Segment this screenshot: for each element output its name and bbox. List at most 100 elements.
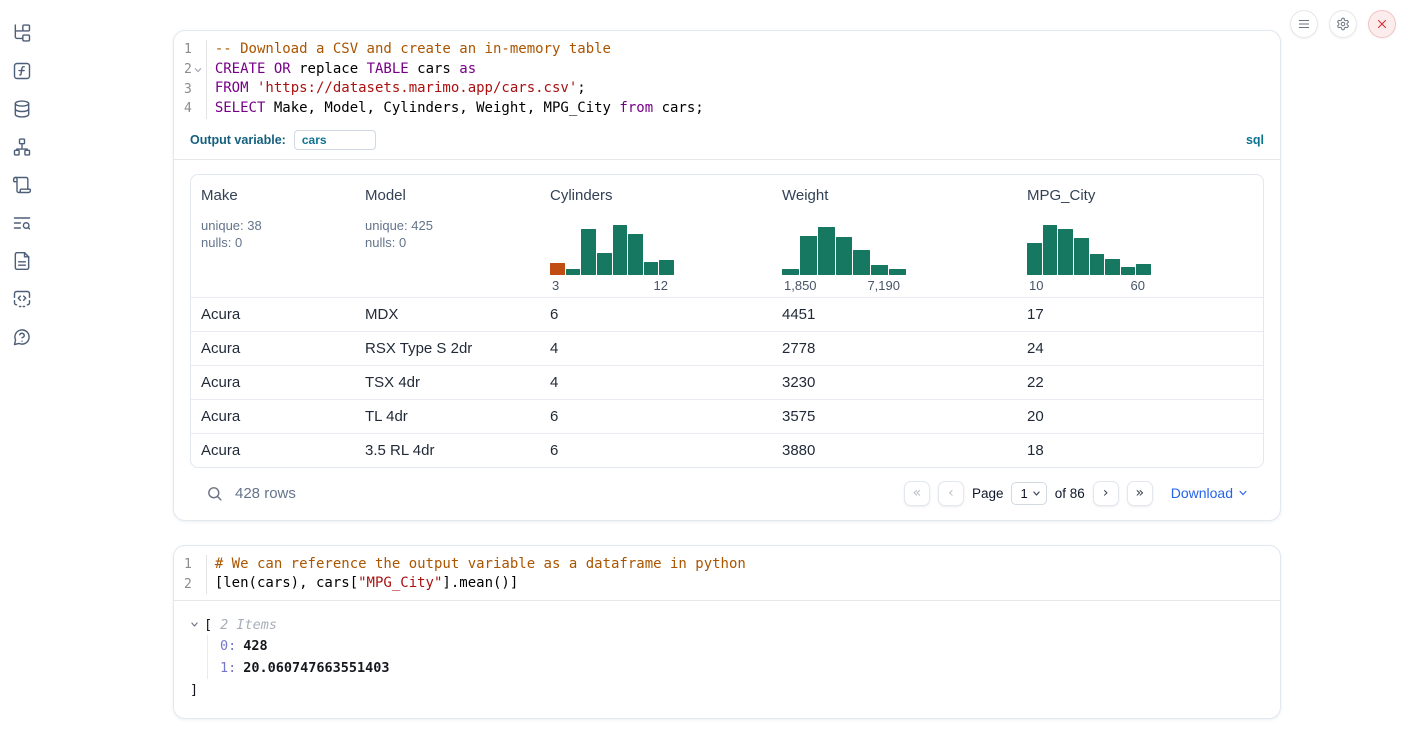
sql-code-editor[interactable]: 1234 -- Download a CSV and create an in-… — [174, 31, 1280, 125]
table-row[interactable]: Acura3.5 RL 4dr6388018 — [191, 433, 1263, 467]
notebook: 1234 -- Download a CSV and create an in-… — [173, 30, 1281, 719]
table-cell: TSX 4dr — [355, 366, 540, 399]
column-name: Model — [365, 187, 540, 204]
sql-output-area: Makeunique: 38nulls: 0 Model unique: 425nu… — [174, 160, 1280, 520]
sidebar-item-logs[interactable] — [11, 174, 33, 196]
first-page-button[interactable]: « — [904, 481, 930, 506]
table-row[interactable]: AcuraRSX Type S 2dr4277824 — [191, 331, 1263, 365]
code-line[interactable]: FROM 'https://datasets.marimo.app/cars.c… — [215, 79, 704, 99]
column-stats: unique: 425nulls: 0 — [365, 217, 540, 251]
histogram-bar[interactable] — [613, 225, 628, 274]
histogram-max-label: 7,190 — [867, 278, 900, 297]
table-footer: 428 rows « ‹ Page 1 of 86 › » Download — [190, 468, 1264, 520]
code-line[interactable]: [len(cars), cars["MPG_City"].mean()] — [215, 574, 746, 594]
output-variable-input[interactable] — [294, 130, 376, 150]
histogram-bar[interactable] — [550, 263, 565, 274]
table-row[interactable]: AcuraTL 4dr6357520 — [191, 399, 1263, 433]
sidebar-item-snippets[interactable] — [11, 288, 33, 310]
chevron-down-icon — [1032, 489, 1041, 498]
line-number: 3 — [184, 79, 205, 99]
item-value: 20.060747663551403 — [243, 660, 389, 676]
collapse-caret-icon[interactable] — [190, 620, 204, 629]
notebook-menu-button[interactable] — [1290, 10, 1318, 38]
fold-gutter-icon[interactable] — [192, 66, 205, 74]
page-number-select[interactable]: 1 — [1011, 482, 1046, 505]
histogram-bar[interactable] — [644, 262, 659, 275]
last-page-button[interactable]: » — [1127, 481, 1153, 506]
next-page-button[interactable]: › — [1093, 481, 1119, 506]
histogram-bar[interactable] — [1074, 238, 1089, 274]
column-header-cylinders[interactable]: Cylinders312 — [540, 175, 772, 297]
code-line[interactable]: # We can reference the output variable a… — [215, 555, 746, 575]
sidebar-item-data-sources[interactable] — [11, 98, 33, 120]
histogram-bar[interactable] — [1043, 225, 1058, 274]
table-cell: 22 — [1017, 366, 1263, 399]
download-button[interactable]: Download — [1171, 485, 1248, 501]
prev-page-button[interactable]: ‹ — [938, 481, 964, 506]
column-header-weight[interactable]: Weight 1,8507,190 — [772, 175, 1017, 297]
sidebar-item-variables[interactable] — [11, 60, 33, 82]
histogram-bar[interactable] — [836, 237, 853, 274]
histogram-bar[interactable] — [1058, 229, 1073, 275]
download-label: Download — [1171, 485, 1233, 501]
table-row[interactable]: AcuraTSX 4dr4323022 — [191, 365, 1263, 399]
histogram-bar[interactable] — [566, 269, 581, 275]
code-line[interactable]: -- Download a CSV and create an in-memor… — [215, 40, 704, 60]
table-header-row: Makeunique: 38nulls: 0 Model unique: 425nu… — [191, 175, 1263, 297]
histogram-bar[interactable] — [818, 227, 835, 275]
column-name: Weight — [782, 187, 1017, 204]
sidebar-item-dependency-graph[interactable] — [11, 136, 33, 158]
histogram-max-label: 60 — [1131, 278, 1145, 297]
histogram-bar[interactable] — [853, 250, 870, 275]
item-value: 428 — [243, 638, 267, 654]
column-header-model[interactable]: Model unique: 425nulls: 0 — [355, 175, 540, 297]
histogram-bar[interactable] — [782, 269, 799, 275]
histogram-bar[interactable] — [871, 265, 888, 274]
line-number: 4 — [184, 99, 205, 119]
histogram-bar[interactable] — [628, 234, 643, 275]
histogram-bar[interactable] — [1105, 259, 1120, 275]
histogram-bar[interactable] — [597, 253, 612, 275]
file-tree-icon — [12, 23, 32, 43]
row-count: 428 rows — [235, 485, 296, 502]
menu-icon — [1297, 17, 1311, 31]
histogram-bar[interactable] — [1136, 264, 1151, 274]
table-cell: 3880 — [772, 434, 1017, 467]
table-cell: 3.5 RL 4dr — [355, 434, 540, 467]
sidebar-item-help[interactable] — [11, 326, 33, 348]
column-histogram: 1,8507,190 — [782, 223, 906, 297]
table-cell: 6 — [540, 434, 772, 467]
sidebar-item-documentation[interactable] — [11, 250, 33, 272]
line-number: 2 — [184, 574, 205, 594]
table-cell: 4 — [540, 332, 772, 365]
python-code-editor[interactable]: 12 # We can reference the output variabl… — [174, 546, 1280, 600]
histogram-bar[interactable] — [889, 269, 906, 275]
line-number: 1 — [184, 40, 205, 60]
histogram-bar[interactable] — [581, 229, 596, 275]
search-icon[interactable] — [206, 485, 223, 502]
histogram-bar[interactable] — [659, 260, 674, 275]
python-cell-editor-area: 12 # We can reference the output variabl… — [174, 546, 1280, 601]
histogram-bar[interactable] — [1027, 243, 1042, 275]
table-cell: 4 — [540, 366, 772, 399]
shutdown-button[interactable] — [1368, 10, 1396, 38]
settings-button[interactable] — [1329, 10, 1357, 38]
list-item: 1: 20.060747663551403 — [220, 657, 1264, 679]
column-header-mpg_city[interactable]: MPG_City1060 — [1017, 175, 1263, 297]
item-index: 0: — [220, 638, 236, 654]
list-item: 0: 428 — [220, 635, 1264, 657]
code-line[interactable]: SELECT Make, Model, Cylinders, Weight, M… — [215, 99, 704, 119]
table-cell: 6 — [540, 400, 772, 433]
sidebar-item-scratchpad-search[interactable] — [11, 212, 33, 234]
table-row[interactable]: AcuraMDX6445117 — [191, 297, 1263, 331]
sidebar-item-file-explorer[interactable] — [11, 22, 33, 44]
output-variable-label: Output variable: — [190, 133, 286, 147]
sql-cell: 1234 -- Download a CSV and create an in-… — [173, 30, 1281, 521]
line-number-gutter: 1234 — [184, 40, 207, 119]
histogram-bar[interactable] — [800, 236, 817, 275]
item-index: 1: — [220, 660, 236, 676]
code-line[interactable]: CREATE OR replace TABLE cars as — [215, 60, 704, 80]
histogram-bar[interactable] — [1090, 254, 1105, 275]
histogram-bar[interactable] — [1121, 267, 1136, 274]
column-header-make[interactable]: Makeunique: 38nulls: 0 — [191, 175, 355, 297]
